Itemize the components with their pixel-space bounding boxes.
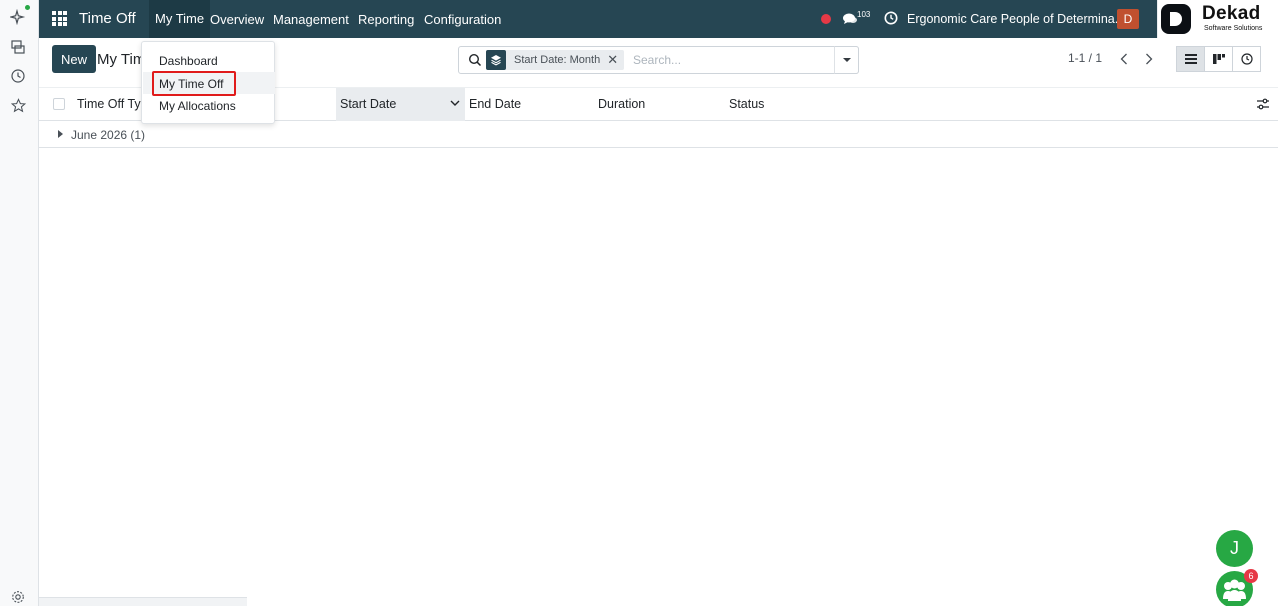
new-button[interactable]: New [52, 45, 97, 73]
company-switcher[interactable]: Ergonomic Care People of Determina... [907, 12, 1125, 26]
menu-my-time[interactable]: My Time [149, 0, 211, 38]
column-end-date[interactable]: End Date [469, 97, 521, 111]
menu-configuration[interactable]: Configuration [424, 12, 501, 27]
notification-badge: 6 [1244, 569, 1258, 583]
menu-management[interactable]: Management [273, 12, 349, 27]
settings-gear-icon[interactable] [9, 588, 27, 606]
search-options-toggle[interactable] [834, 46, 859, 74]
highlight-box [152, 71, 236, 96]
optional-columns-icon[interactable] [1256, 97, 1270, 111]
logo-tagline: Software Solutions [1204, 25, 1263, 32]
layers-icon [486, 50, 506, 70]
logo-mark-icon [1161, 4, 1191, 34]
caret-right-icon [58, 130, 63, 138]
app-title[interactable]: Time Off [79, 10, 136, 27]
sparkle-icon[interactable] [9, 8, 27, 26]
column-start-date[interactable]: Start Date [340, 97, 396, 111]
star-icon[interactable] [9, 96, 27, 114]
column-status[interactable]: Status [729, 97, 764, 111]
facet-label: Start Date: Month [514, 54, 601, 66]
column-time-off-type[interactable]: Time Off Typ [77, 97, 148, 111]
left-rail [0, 0, 39, 606]
search-facet[interactable]: Start Date: Month ✕ [486, 50, 625, 70]
menu-item-my-allocations[interactable]: My Allocations [159, 99, 236, 113]
chat-count: 103 [857, 10, 871, 19]
group-label: June 2026 (1) [71, 128, 146, 142]
search-icon[interactable] [468, 53, 482, 67]
pager-previous-icon[interactable] [1112, 46, 1136, 72]
online-dot [25, 5, 30, 10]
search-bar[interactable]: Start Date: Month ✕ Search... [458, 46, 859, 74]
user-avatar[interactable]: D [1117, 9, 1139, 29]
menu-item-dashboard[interactable]: Dashboard [159, 54, 218, 68]
breadcrumb: My Tim [97, 51, 146, 68]
inbox-icon[interactable] [9, 38, 27, 56]
top-navbar: Time Off My Time Overview Management Rep… [39, 0, 1278, 38]
sort-descending-icon[interactable] [450, 100, 460, 107]
activity-clock-icon[interactable] [884, 11, 898, 25]
facet-remove-icon[interactable]: ✕ [607, 52, 624, 68]
view-switcher [1176, 46, 1261, 72]
caret-down-icon [842, 58, 851, 62]
apps-menu-icon[interactable] [52, 11, 67, 26]
my-time-dropdown: Dashboard My Time Off My Allocations [141, 41, 275, 124]
kanban-view-icon[interactable] [1204, 46, 1233, 72]
pager-value[interactable]: 1-1 / 1 [1068, 51, 1102, 65]
pager-next-icon[interactable] [1137, 46, 1161, 72]
column-duration[interactable]: Duration [598, 97, 645, 111]
chat-bubble-j[interactable]: J [1216, 530, 1253, 567]
history-icon[interactable] [9, 67, 27, 85]
status-hint-bar [39, 597, 247, 606]
menu-overview[interactable]: Overview [210, 12, 264, 27]
list-view-icon[interactable] [1176, 46, 1205, 72]
logo-name: Dekad [1202, 3, 1261, 24]
group-row[interactable]: June 2026 (1) [39, 121, 1278, 148]
company-logo: Dekad Software Solutions [1157, 0, 1278, 38]
activity-view-icon[interactable] [1232, 46, 1261, 72]
search-input[interactable]: Search... [633, 53, 681, 67]
recording-indicator-icon[interactable] [821, 14, 831, 24]
app-root: Time Off My Time Overview Management Rep… [0, 0, 1278, 606]
menu-reporting[interactable]: Reporting [358, 12, 414, 27]
select-all-checkbox[interactable] [53, 98, 65, 110]
